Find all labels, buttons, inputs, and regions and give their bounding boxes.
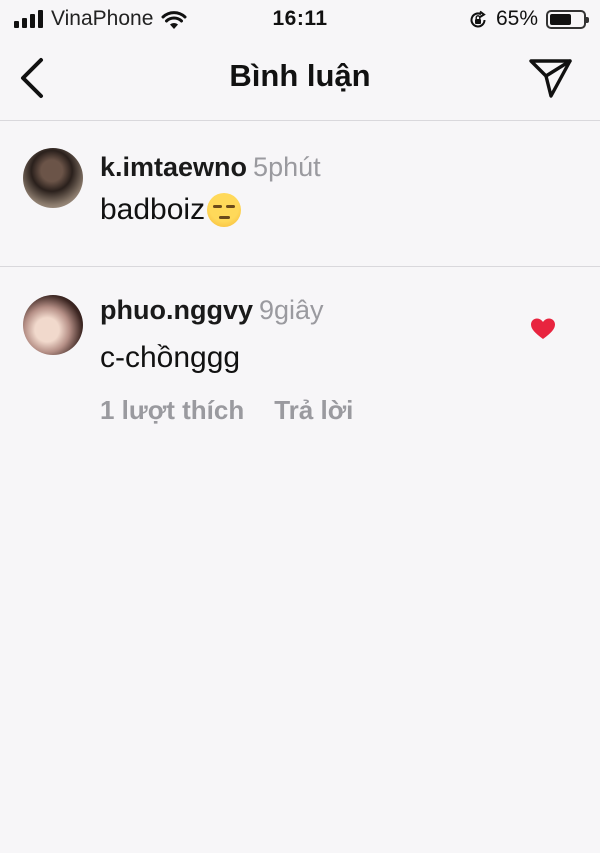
- comment-header: phuo.nggvy 9giây: [100, 295, 324, 326]
- like-button[interactable]: [530, 317, 556, 341]
- likes-count-link[interactable]: 1 lượt thích: [100, 395, 244, 425]
- comment-text: badboiz: [100, 193, 242, 227]
- comment-body: c-chồnggg: [100, 341, 241, 374]
- avatar[interactable]: [23, 148, 83, 208]
- battery-icon: [546, 9, 589, 29]
- rotation-lock-icon: [470, 10, 486, 28]
- battery-level: [550, 13, 571, 25]
- reply-button[interactable]: Trả lời: [274, 395, 353, 425]
- status-bar: VinaPhone 16:11 65%: [0, 0, 600, 40]
- comment-username[interactable]: k.imtaewno: [100, 152, 247, 182]
- comment-item: phuo.nggvy 9giây c-chồnggg 1 lượt thích Tr…: [0, 267, 600, 447]
- unamused-face-emoji: [207, 193, 242, 227]
- comment-header: k.imtaewno 5phút: [100, 152, 321, 183]
- comment-time: 9giây: [258, 295, 324, 325]
- comment-actions: 1 lượt thích Trả lời: [100, 395, 353, 426]
- avatar[interactable]: [23, 295, 83, 355]
- send-icon: [529, 59, 572, 98]
- comments-screen: VinaPhone 16:11 65% Bình luận k.imtaewno…: [0, 0, 600, 853]
- battery-percent: 65%: [495, 7, 538, 30]
- status-right: 65%: [468, 7, 589, 31]
- comment-time: 5phút: [253, 152, 321, 182]
- heart-icon: [531, 318, 555, 339]
- comment-text: c-chồnggg: [100, 341, 240, 375]
- comment-body: badboiz: [100, 193, 206, 226]
- send-button[interactable]: [528, 56, 574, 100]
- comment-item: k.imtaewno 5phút badboiz: [0, 121, 600, 266]
- page-title: Bình luận: [229, 58, 371, 93]
- comment-username[interactable]: phuo.nggvy: [100, 295, 253, 325]
- header: Bình luận: [0, 44, 600, 120]
